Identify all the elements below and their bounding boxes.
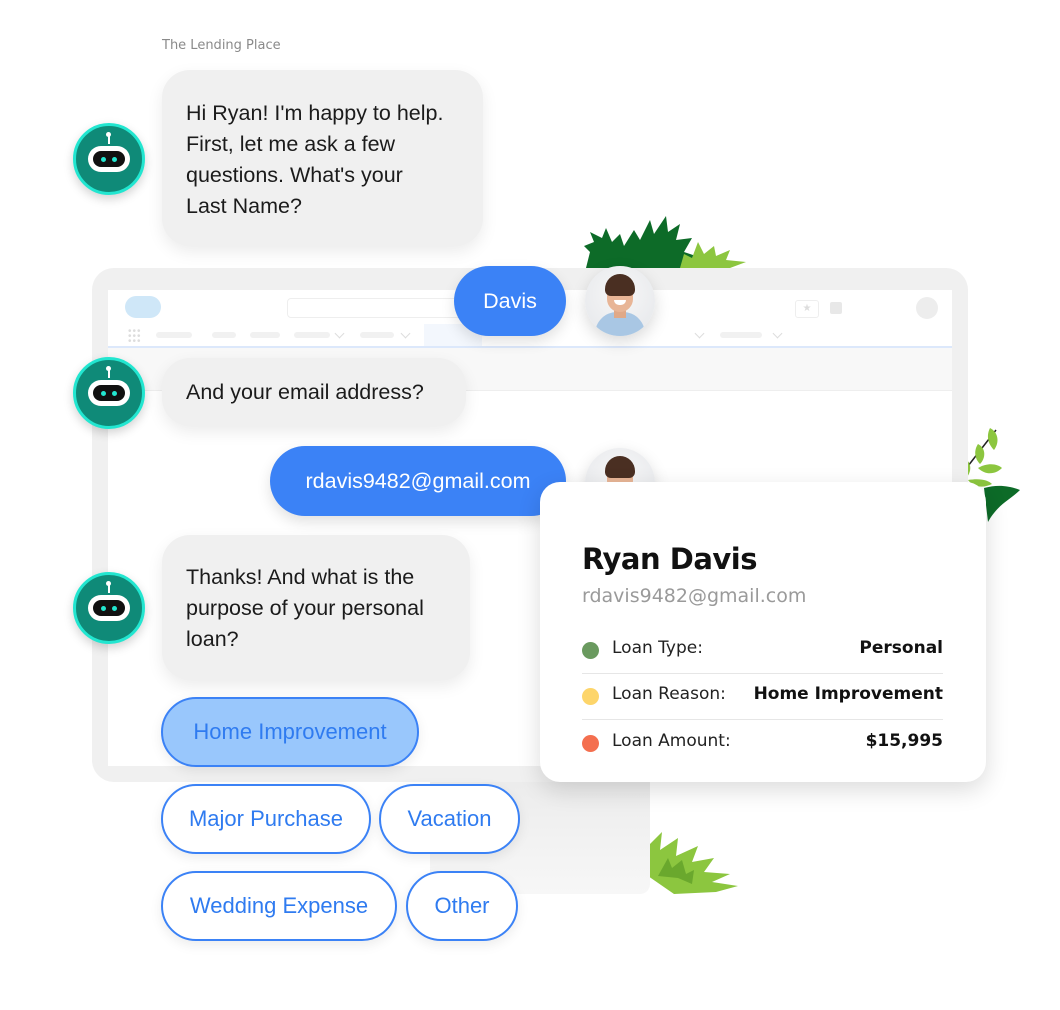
user-message: rdavis9482@gmail.com (270, 446, 566, 516)
option-other[interactable]: Other (406, 871, 518, 941)
message-line: Thanks! And what is the (186, 565, 415, 589)
user-avatar-photo (585, 266, 655, 336)
plant-top-icon (584, 216, 746, 268)
message-line: questions. What's your (186, 163, 403, 187)
bot-message: Thanks! And what is the purpose of your … (162, 535, 470, 680)
nav-tab[interactable] (360, 332, 394, 338)
bot-avatar (73, 357, 145, 429)
robot-icon (88, 146, 130, 172)
loan-type-row: Loan Type: Personal (582, 627, 943, 674)
nav-tab[interactable] (212, 332, 236, 338)
message-line: And your email address? (186, 380, 424, 404)
nav-tab[interactable] (720, 332, 762, 338)
message-line: Last Name? (186, 194, 302, 218)
bot-message: Hi Ryan! I'm happy to help. First, let m… (162, 70, 483, 246)
salesforce-logo (125, 296, 161, 318)
nav-tab[interactable] (156, 332, 192, 338)
field-label: Loan Reason: (612, 684, 726, 704)
field-value: Personal (859, 638, 943, 658)
loan-reason-row: Loan Reason: Home Improvement (582, 673, 943, 720)
add-icon[interactable] (830, 302, 842, 314)
user-message: Davis (454, 266, 566, 336)
field-value: $15,995 (865, 731, 943, 751)
message-line: First, let me ask a few (186, 132, 396, 156)
loan-amount-row: Loan Amount: $15,995 (582, 720, 943, 766)
nav-tab[interactable] (294, 332, 330, 338)
bot-avatar (73, 572, 145, 644)
app-launcher-icon[interactable]: ••• ••• ••• (128, 327, 142, 347)
robot-icon (88, 380, 130, 406)
field-label: Loan Type: (612, 638, 703, 658)
bot-message: And your email address? (162, 358, 466, 426)
bot-avatar (73, 123, 145, 195)
robot-icon (88, 595, 130, 621)
favorites-star-icon[interactable]: ★ (795, 300, 819, 318)
message-line: Hi Ryan! I'm happy to help. (186, 101, 444, 125)
message-line: loan? (186, 627, 239, 651)
nav-tab[interactable] (250, 332, 280, 338)
field-label: Loan Amount: (612, 731, 731, 751)
message-line: purpose of your personal (186, 596, 424, 620)
option-home-improvement[interactable]: Home Improvement (161, 697, 419, 767)
option-wedding-expense[interactable]: Wedding Expense (161, 871, 397, 941)
option-major-purchase[interactable]: Major Purchase (161, 784, 371, 854)
yellow-dot-icon (582, 688, 599, 705)
customer-email: rdavis9482@gmail.com (582, 585, 807, 607)
orange-dot-icon (582, 735, 599, 752)
customer-name: Ryan Davis (582, 542, 758, 576)
green-dot-icon (582, 642, 599, 659)
field-value: Home Improvement (753, 684, 943, 704)
chat-brand-label: The Lending Place (162, 38, 281, 53)
option-vacation[interactable]: Vacation (379, 784, 520, 854)
user-avatar[interactable] (916, 297, 938, 319)
